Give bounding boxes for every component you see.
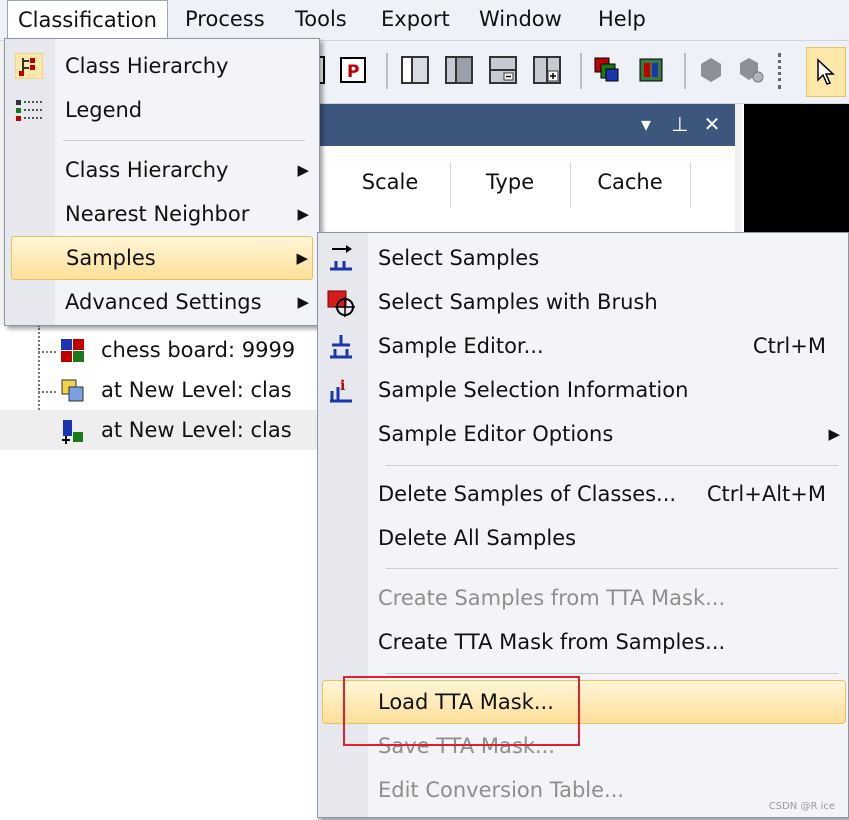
menu-window[interactable]: Window (469, 0, 572, 38)
submenu-arrow-icon: ▶ (297, 205, 309, 223)
column-cache[interactable]: Cache (570, 162, 691, 208)
legend-icon (16, 100, 42, 121)
menu-separator (386, 673, 838, 674)
menu-separator (63, 140, 305, 141)
tree-row-label: at New Level: clas (101, 418, 292, 442)
toolbar-separator (684, 53, 686, 89)
toolbar-separator (386, 53, 388, 89)
submenu-arrow-icon: ▶ (828, 425, 840, 443)
menu-item-label: Create TTA Mask from Samples... (378, 630, 726, 654)
process-tree-header: Scale Type Cache (300, 146, 735, 232)
menu-item-create-tta-from-samples[interactable]: Create TTA Mask from Samples... (318, 621, 848, 663)
menu-item-delete-all-samples[interactable]: Delete All Samples (318, 517, 848, 559)
image-view (742, 104, 849, 232)
toolbar: P (300, 41, 849, 104)
split-plus-icon[interactable] (532, 55, 562, 85)
classification-menu: Class Hierarchy Legend Class Hierarchy ▶… (4, 38, 320, 326)
image-layer-icon[interactable] (636, 55, 666, 85)
svg-text:P: P (347, 62, 359, 82)
menu-item-label: Edit Conversion Table... (378, 778, 625, 802)
menu-item-sample-editor-options[interactable]: Sample Editor Options ▶ (318, 413, 848, 455)
menu-tools[interactable]: Tools (285, 0, 357, 38)
submenu-arrow-icon: ▶ (297, 161, 309, 179)
level-copy-icon (61, 379, 84, 402)
toolbar-separator (580, 53, 582, 89)
shortcut-label: Ctrl+Alt+M (706, 482, 826, 506)
tree-row-label: at New Level: clas (101, 378, 292, 402)
menu-help[interactable]: Help (588, 0, 656, 38)
menu-item-label: Samples (66, 246, 156, 270)
menu-export[interactable]: Export (371, 0, 460, 38)
close-icon[interactable]: ✕ (700, 112, 724, 136)
tree-row[interactable]: at New Level: clas (0, 410, 318, 450)
tree-row[interactable]: at New Level: clas (0, 370, 318, 410)
menu-item-label: Sample Editor... (378, 334, 544, 358)
process-tree: chess board: 9999 at New Level: clas at … (0, 325, 319, 820)
print-preview-icon[interactable]: P (338, 55, 368, 85)
menu-item-label: Delete Samples of Classes... (378, 482, 677, 506)
split-minus-icon[interactable] (488, 55, 518, 85)
menu-item-create-samples-from-tta[interactable]: Create Samples from TTA Mask... (318, 577, 848, 619)
menu-item-select-samples[interactable]: Select Samples (318, 237, 848, 279)
select-samples-icon (330, 245, 352, 271)
toolbar-grip[interactable] (778, 53, 785, 89)
pointer-tool-button[interactable] (806, 47, 846, 97)
menu-item-label: Select Samples (378, 246, 540, 270)
menu-item-sample-selection-info[interactable]: i Sample Selection Information (318, 369, 848, 411)
menu-item-legend[interactable]: Legend (5, 89, 319, 131)
menu-item-label: Legend (65, 98, 143, 122)
panel-header: ▾ ⊥ ✕ (300, 104, 735, 146)
sample-info-icon: i (330, 378, 352, 403)
object-gray-icon[interactable] (696, 55, 726, 85)
merge-region-icon (62, 420, 83, 444)
menu-item-class-hierarchy-window[interactable]: Class Hierarchy (5, 45, 319, 87)
submenu-arrow-icon: ▶ (296, 249, 308, 267)
menu-item-label: Class Hierarchy (65, 54, 229, 78)
svg-text:i: i (340, 378, 345, 394)
object-settings-icon[interactable] (736, 55, 766, 85)
menu-separator (386, 568, 838, 569)
menu-item-label: Delete All Samples (378, 526, 577, 550)
menu-item-label: Create Samples from TTA Mask... (378, 586, 726, 610)
menu-separator (386, 465, 838, 466)
menu-item-label: Sample Selection Information (378, 378, 689, 402)
menu-item-nearest-neighbor[interactable]: Nearest Neighbor ▶ (5, 193, 319, 235)
tree-row-label: chess board: 9999 (101, 338, 296, 362)
submenu-arrow-icon: ▶ (297, 293, 309, 311)
split-single-icon[interactable] (444, 55, 474, 85)
split-left-icon[interactable] (400, 55, 430, 85)
watermark: CSDN @R ice (768, 801, 835, 812)
menu-item-label: Sample Editor Options (378, 422, 614, 446)
tree-row[interactable]: chess board: 9999 (0, 330, 318, 370)
annotation-highlight-box (343, 676, 580, 746)
shortcut-label: Ctrl+M (752, 334, 826, 358)
pin-icon[interactable]: ⊥ (668, 112, 692, 136)
menu-item-label: Nearest Neighbor (65, 202, 250, 226)
menu-item-class-hierarchy[interactable]: Class Hierarchy ▶ (5, 149, 319, 191)
column-scale[interactable]: Scale (330, 162, 451, 208)
layers-icon[interactable] (592, 55, 622, 85)
sample-editor-icon (330, 335, 352, 359)
column-type[interactable]: Type (450, 162, 571, 208)
pointer-icon (817, 58, 835, 85)
chessboard-icon (61, 339, 84, 362)
menu-item-sample-editor[interactable]: Sample Editor... Ctrl+M (318, 325, 848, 367)
menu-item-label: Advanced Settings (65, 290, 262, 314)
menu-item-label: Class Hierarchy (65, 158, 229, 182)
menu-bar: Classification Process Tools Export Wind… (0, 0, 849, 41)
menu-classification[interactable]: Classification (7, 0, 168, 41)
menu-item-advanced-settings[interactable]: Advanced Settings ▶ (5, 281, 319, 323)
menu-item-select-samples-brush[interactable]: Select Samples with Brush (318, 281, 848, 323)
menu-process[interactable]: Process (175, 0, 275, 38)
brush-icon (327, 290, 355, 317)
menu-item-samples[interactable]: Samples ▶ (11, 236, 313, 280)
menu-item-delete-samples-of-classes[interactable]: Delete Samples of Classes... Ctrl+Alt+M (318, 473, 848, 515)
class-hierarchy-icon (15, 53, 43, 79)
panel-dropdown-icon[interactable]: ▾ (634, 112, 658, 136)
menu-item-label: Select Samples with Brush (378, 290, 658, 314)
